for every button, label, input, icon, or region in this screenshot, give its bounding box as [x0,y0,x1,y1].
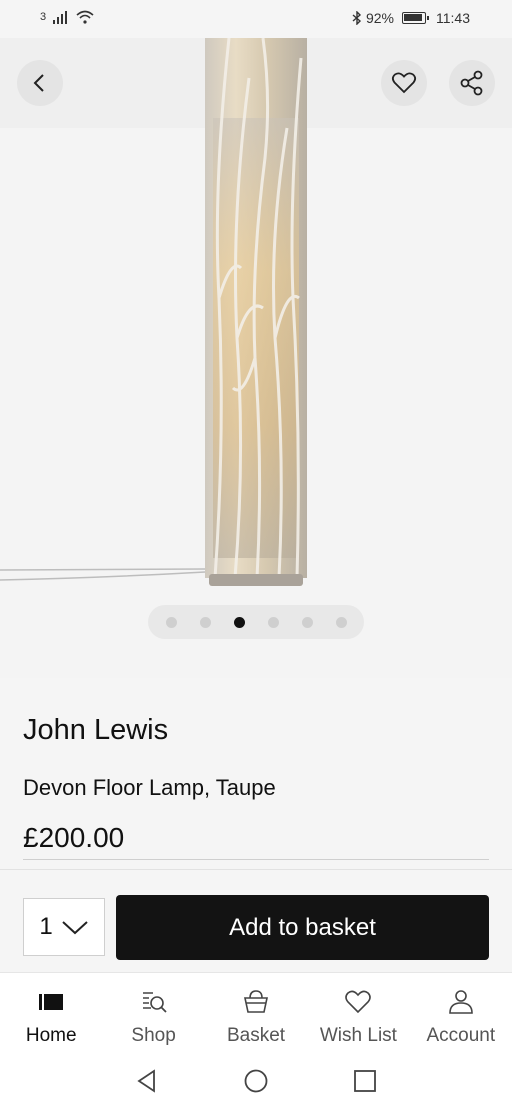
tab-label: Shop [131,1025,176,1046]
battery-icon [402,12,429,24]
gallery-dot[interactable] [267,616,279,628]
gallery-dot[interactable] [335,616,347,628]
heart-icon [391,72,417,94]
quantity-value: 1 [39,913,53,940]
lamp-cable [0,568,206,581]
clock: 11:43 [436,10,470,26]
divider [0,869,512,870]
bluetooth-icon [352,11,361,25]
heart-icon [345,990,372,1014]
tab-home[interactable]: Home [0,973,102,1054]
gallery-pagination[interactable] [148,605,364,639]
product-name: Devon Floor Lamp, Taupe [23,775,276,800]
tab-label: Wish List [319,1025,397,1046]
product-price: £200.00 [23,822,125,853]
gallery-dot[interactable] [165,616,177,628]
wishlist-button[interactable] [381,60,427,106]
tab-shop[interactable]: Shop [102,973,204,1054]
share-icon [460,70,483,96]
home-icon [39,994,64,1010]
share-button[interactable] [449,60,495,106]
system-home-icon[interactable] [243,1068,269,1094]
bottom-tab-bar: Home Shop Basket Wish List Account [0,972,512,1054]
system-navigation-bar [0,1054,512,1109]
product-image-gallery[interactable] [0,38,512,678]
divider [23,859,489,860]
tab-label: Basket [226,1025,286,1046]
quantity-select[interactable]: 1 [23,898,105,956]
status-bar: 3 92% 11:43 [0,0,512,38]
tab-label: Home [25,1025,77,1046]
tab-basket[interactable]: Basket [205,973,307,1054]
chevron-down-icon [61,921,88,935]
sim-indicator: 3 [40,11,47,23]
battery-percent: 92% [365,10,394,26]
wifi-icon [76,10,94,24]
tab-account[interactable]: Account [410,973,512,1054]
gallery-dot[interactable] [199,616,211,628]
add-to-basket-button[interactable]: Add to basket [116,895,489,960]
signal-icon [53,11,68,24]
add-to-basket-label: Add to basket [229,913,376,941]
back-button[interactable] [17,60,63,106]
system-recents-icon[interactable] [352,1068,378,1094]
shop-search-icon [142,992,167,1013]
chevron-left-icon [33,74,44,92]
tab-wish-list[interactable]: Wish List [307,973,409,1054]
gallery-dot[interactable] [301,616,313,628]
account-icon [449,990,473,1014]
basket-icon [244,990,269,1013]
gallery-dot[interactable] [233,616,245,628]
system-back-icon[interactable] [134,1068,160,1094]
tab-label: Account [426,1025,496,1046]
product-image-lamp [205,38,307,586]
product-brand: John Lewis [23,714,169,746]
